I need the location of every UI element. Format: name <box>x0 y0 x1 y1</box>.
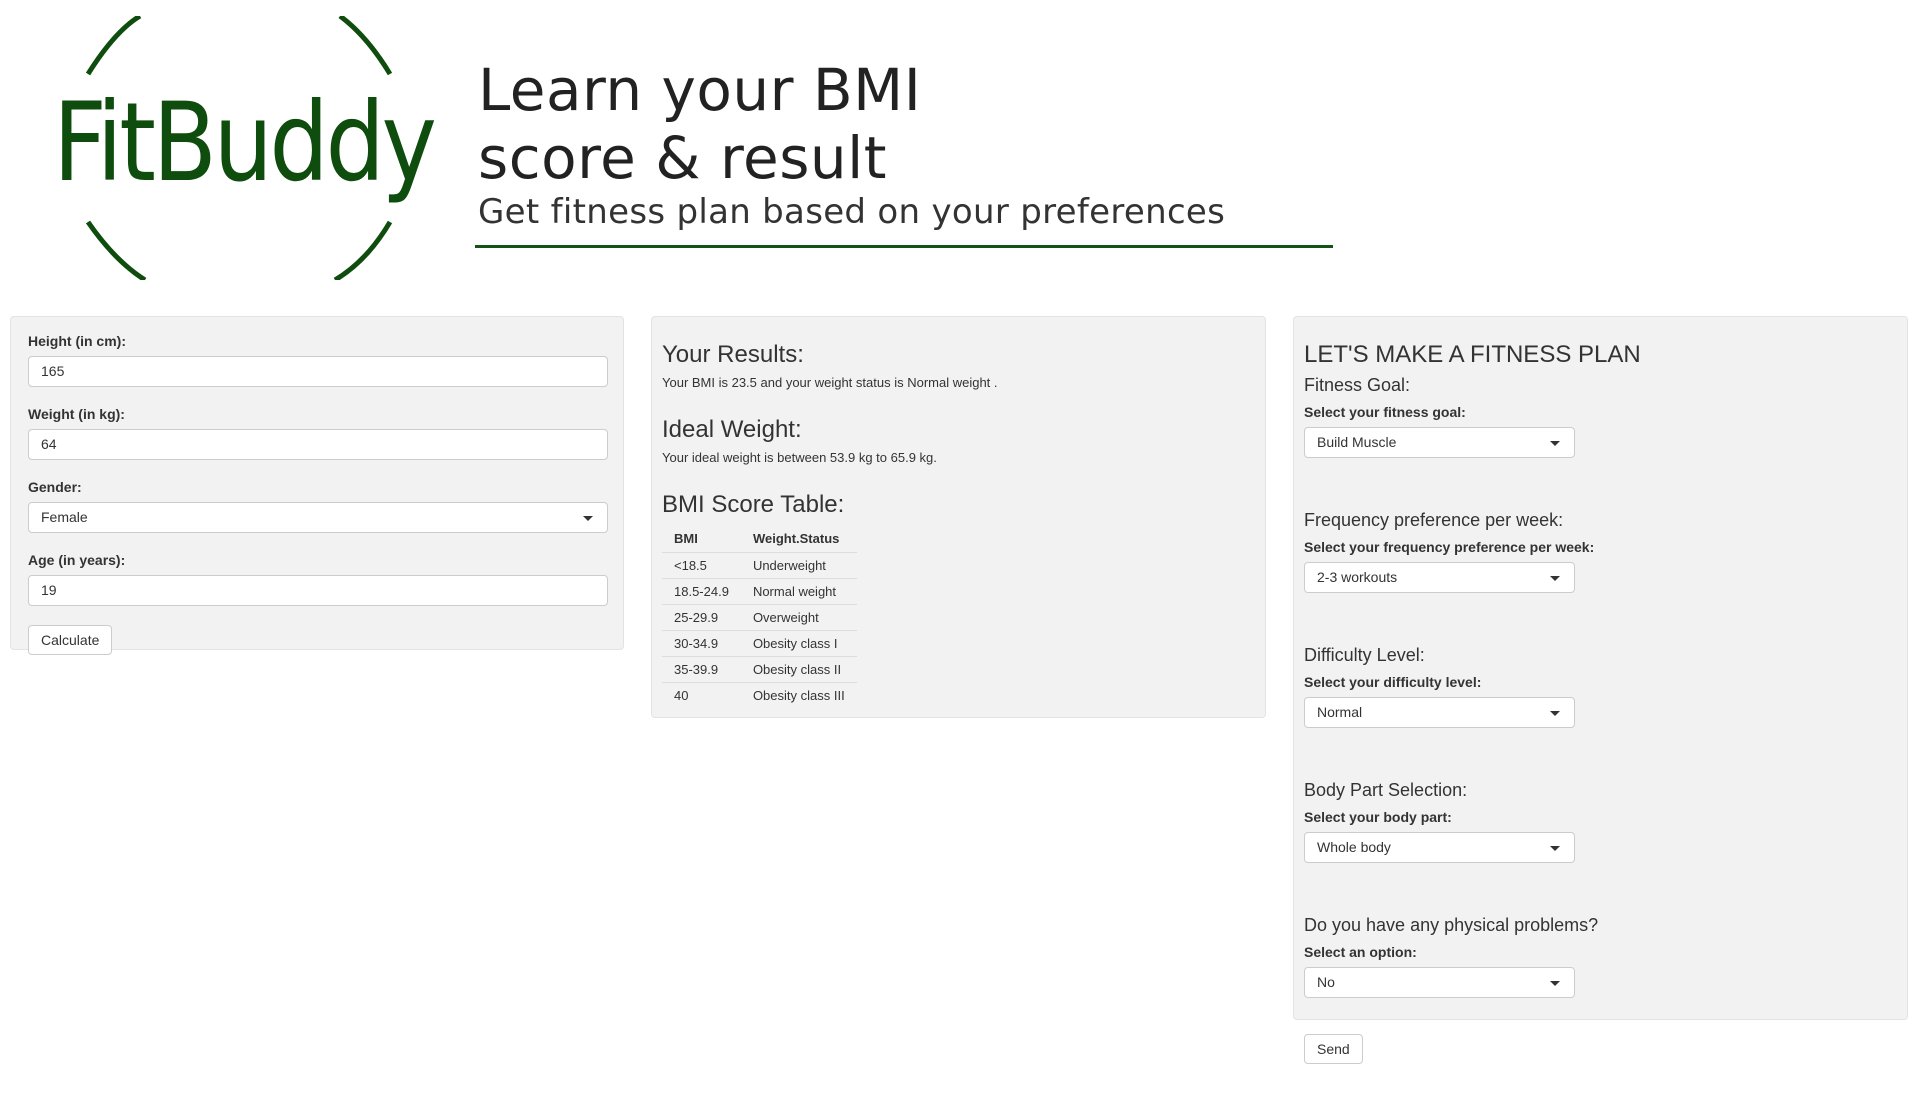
chevron-down-icon <box>1550 711 1560 716</box>
header-banner: FitBuddy Learn your BMI score & result G… <box>0 0 1910 290</box>
height-input[interactable]: 165 <box>28 356 608 387</box>
fitbuddy-logo: FitBuddy <box>45 16 437 280</box>
table-cell-bmi: 40 <box>662 682 741 708</box>
gender-label: Gender: <box>28 479 82 495</box>
table-row: 18.5-24.9 Normal weight <box>662 578 857 605</box>
bmi-input-panel: Height (in cm): 165 Weight (in kg): 64 G… <box>10 316 624 655</box>
table-header-row: BMI Weight.Status <box>662 525 857 553</box>
difficulty-title: Difficulty Level: <box>1304 645 1425 665</box>
table-cell-status: Normal weight <box>740 578 857 605</box>
frequency-section: Frequency preference per week: Select yo… <box>1304 510 1897 593</box>
headline: Learn your BMI score & result <box>478 56 921 192</box>
table-row: 40 Obesity class III <box>662 682 857 708</box>
table-cell-status: Obesity class I <box>740 630 857 657</box>
table-header-weight-status: Weight.Status <box>740 525 857 553</box>
body-part-title: Body Part Selection: <box>1304 780 1468 800</box>
body-part-value: Whole body <box>1317 839 1391 855</box>
difficulty-select[interactable]: Normal <box>1304 697 1575 728</box>
subheadline: Get fitness plan based on your preferenc… <box>478 192 1226 232</box>
table-row: <18.5 Underweight <box>662 552 857 579</box>
difficulty-label: Select your difficulty level: <box>1304 674 1482 690</box>
fitness-goal-section: Fitness Goal: Select your fitness goal: … <box>1304 375 1897 458</box>
physical-problems-section: Do you have any physical problems? Selec… <box>1304 915 1897 998</box>
headline-line-1: Learn your BMI <box>478 56 922 124</box>
bmi-table-title: BMI Score Table: <box>662 491 845 518</box>
age-input[interactable]: 19 <box>28 575 608 606</box>
table-cell-bmi: 35-39.9 <box>662 656 741 683</box>
table-cell-bmi: 18.5-24.9 <box>662 578 741 605</box>
body-part-section: Body Part Selection: Select your body pa… <box>1304 780 1897 863</box>
table-cell-bmi: 25-29.9 <box>662 604 741 631</box>
body-part-label: Select your body part: <box>1304 809 1452 825</box>
table-cell-status: Obesity class III <box>740 682 857 708</box>
table-cell-bmi: <18.5 <box>662 552 741 579</box>
table-row: 25-29.9 Overweight <box>662 604 857 631</box>
table-cell-bmi: 30-34.9 <box>662 630 741 657</box>
difficulty-section: Difficulty Level: Select your difficulty… <box>1304 645 1897 728</box>
difficulty-value: Normal <box>1317 704 1363 720</box>
height-label: Height (in cm): <box>28 333 126 349</box>
fitness-goal-value: Build Muscle <box>1317 434 1397 450</box>
physical-problems-select[interactable]: No <box>1304 967 1575 998</box>
frequency-select[interactable]: 2-3 workouts <box>1304 562 1575 593</box>
body-part-select[interactable]: Whole body <box>1304 832 1575 863</box>
weight-label: Weight (in kg): <box>28 406 125 422</box>
frequency-value: 2-3 workouts <box>1317 569 1398 585</box>
chevron-down-icon <box>1550 846 1560 851</box>
send-button[interactable]: Send <box>1304 1034 1363 1064</box>
frequency-title: Frequency preference per week: <box>1304 510 1564 530</box>
chevron-down-icon <box>1550 981 1560 986</box>
logo-text: FitBuddy <box>53 79 437 206</box>
bmi-result-text: Your BMI is 23.5 and your weight status … <box>662 375 998 390</box>
ideal-weight-title: Ideal Weight: <box>662 416 802 443</box>
physical-problems-value: No <box>1317 974 1335 990</box>
headline-divider <box>475 245 1333 248</box>
frequency-label: Select your frequency preference per wee… <box>1304 539 1595 555</box>
physical-problems-label: Select an option: <box>1304 944 1417 960</box>
table-row: 30-34.9 Obesity class I <box>662 630 857 657</box>
headline-line-2: score & result <box>478 124 888 192</box>
physical-problems-title: Do you have any physical problems? <box>1304 915 1599 935</box>
gender-select[interactable]: Female <box>28 502 608 533</box>
table-row: 35-39.9 Obesity class II <box>662 656 857 683</box>
fitness-goal-label: Select your fitness goal: <box>1304 404 1466 420</box>
bmi-score-table: BMI Weight.Status <18.5 Underweight 18.5… <box>662 525 857 708</box>
results-panel: Your Results: Your BMI is 23.5 and your … <box>651 316 1266 718</box>
age-label: Age (in years): <box>28 552 126 568</box>
table-header-bmi: BMI <box>662 525 741 553</box>
weight-input[interactable]: 64 <box>28 429 608 460</box>
chevron-down-icon <box>1550 441 1560 446</box>
chevron-down-icon <box>583 516 593 521</box>
fitness-goal-title: Fitness Goal: <box>1304 375 1411 395</box>
chevron-down-icon <box>1550 576 1560 581</box>
ideal-weight-text: Your ideal weight is between 53.9 kg to … <box>662 450 937 465</box>
table-cell-status: Underweight <box>740 552 857 579</box>
fitness-goal-select[interactable]: Build Muscle <box>1304 427 1575 458</box>
fitness-plan-panel: LET'S MAKE A FITNESS PLAN Fitness Goal: … <box>1293 316 1908 1064</box>
table-cell-status: Overweight <box>740 604 857 631</box>
results-title: Your Results: <box>662 341 804 368</box>
fitness-plan-title: LET'S MAKE A FITNESS PLAN <box>1304 341 1641 368</box>
table-cell-status: Obesity class II <box>740 656 857 683</box>
calculate-button[interactable]: Calculate <box>28 625 113 655</box>
gender-select-value: Female <box>41 509 88 525</box>
